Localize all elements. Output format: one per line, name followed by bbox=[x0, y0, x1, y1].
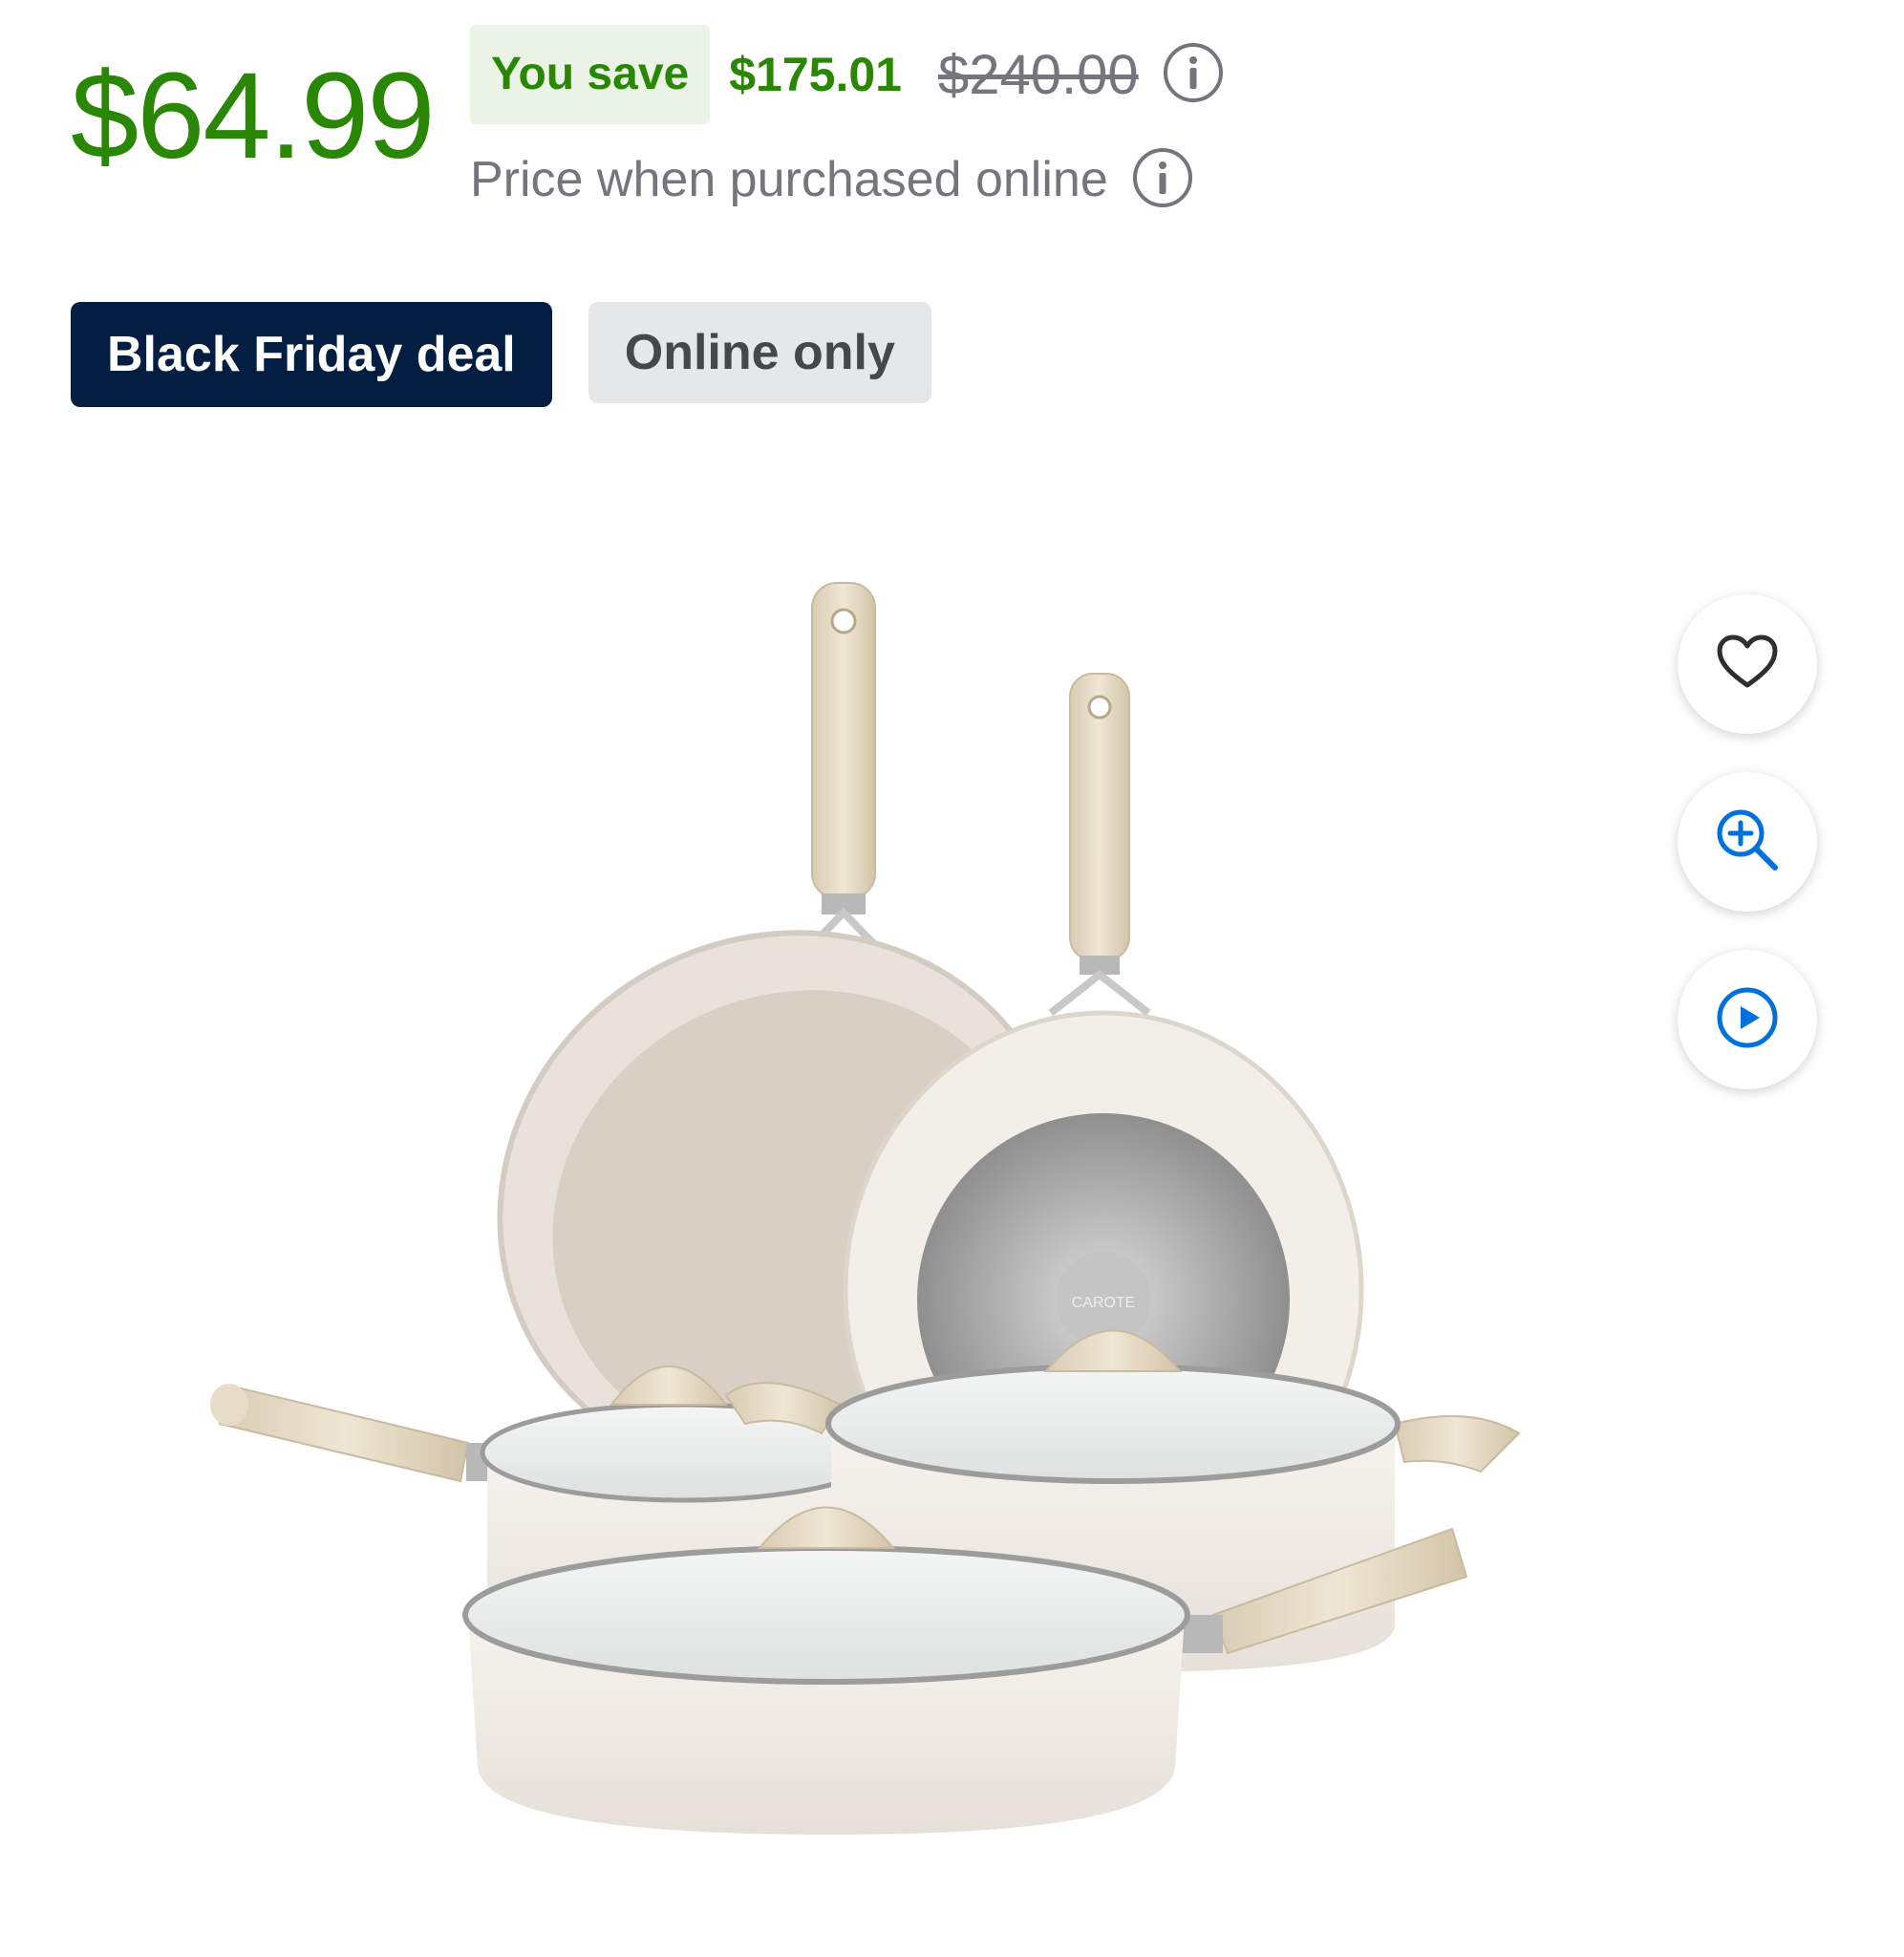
product-image[interactable]: CAROTE bbox=[210, 564, 1701, 1925]
zoom-button[interactable] bbox=[1678, 772, 1817, 912]
zoom-in-icon bbox=[1714, 806, 1781, 878]
online-only-badge: Online only bbox=[588, 302, 931, 403]
was-price: $240.00 bbox=[937, 43, 1139, 106]
info-icon[interactable] bbox=[1162, 41, 1225, 109]
you-save-badge: You save bbox=[470, 25, 711, 124]
video-button[interactable] bbox=[1678, 950, 1817, 1089]
price-subtext: Price when purchased online bbox=[470, 152, 1108, 207]
black-friday-badge: Black Friday deal bbox=[71, 302, 552, 407]
brand-mark: CAROTE bbox=[1072, 1295, 1136, 1311]
price-subtext-row: Price when purchased online bbox=[470, 141, 1194, 218]
heart-icon bbox=[1716, 634, 1779, 696]
play-icon bbox=[1715, 985, 1780, 1055]
savings-row: You save $175.01 $240.00 bbox=[470, 25, 1225, 124]
current-price: $64.99 bbox=[71, 48, 435, 184]
favorite-button[interactable] bbox=[1678, 594, 1817, 734]
save-amount: $175.01 bbox=[729, 48, 902, 101]
info-icon[interactable] bbox=[1131, 146, 1194, 214]
product-badges: Black Friday deal Online only bbox=[71, 302, 931, 407]
